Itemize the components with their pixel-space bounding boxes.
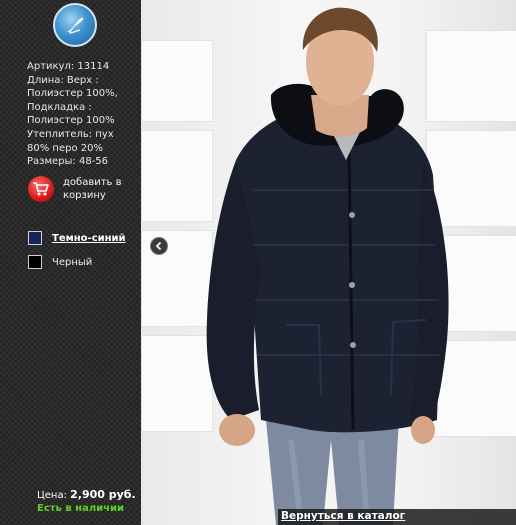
spec-line: Полиэстер 100% xyxy=(27,115,115,127)
color-option-navy[interactable]: Темно-синий xyxy=(28,231,126,245)
chevron-left-icon xyxy=(155,241,162,251)
spec-line: Полиэстер 100%, xyxy=(27,88,118,100)
brand-logo[interactable] xyxy=(53,3,97,47)
color-label: Черный xyxy=(52,256,93,268)
add-to-cart-button[interactable]: добавить в корзину xyxy=(28,176,123,202)
pen-icon xyxy=(67,17,84,34)
spec-line: Длина: Верх : xyxy=(27,74,99,86)
product-info: Артикул: 13114 Длина: Верх : Полиэстер 1… xyxy=(27,60,137,169)
product-photo xyxy=(141,0,516,525)
product-sidebar: Артикул: 13114 Длина: Верх : Полиэстер 1… xyxy=(0,0,141,525)
sizes-line: Размеры: 48-56 xyxy=(27,156,109,168)
spec-line: Утеплитель: пух xyxy=(27,128,114,140)
price: Цена: 2,900 руб. xyxy=(37,488,136,501)
back-to-catalog-link[interactable]: Вернуться в каталог xyxy=(281,510,405,522)
spec-line: 80% перо 20% xyxy=(27,142,103,154)
stock-status: Есть в наличии xyxy=(37,503,125,514)
color-swatch xyxy=(28,231,42,245)
add-to-cart-label: добавить в корзину xyxy=(63,177,122,201)
color-option-black[interactable]: Черный xyxy=(28,255,92,269)
prev-image-button[interactable] xyxy=(150,237,168,255)
model-figure xyxy=(206,7,449,525)
color-swatch xyxy=(28,255,42,269)
article-number: Артикул: 13114 xyxy=(27,61,110,72)
price-label: Цена: xyxy=(37,490,67,501)
color-label: Темно-синий xyxy=(52,232,126,244)
back-to-catalog-bar: Вернуться в каталог xyxy=(278,509,516,525)
spec-line: Подкладка : xyxy=(27,101,92,113)
price-value: 2,900 руб. xyxy=(70,488,136,501)
shopping-cart-icon xyxy=(28,176,54,202)
